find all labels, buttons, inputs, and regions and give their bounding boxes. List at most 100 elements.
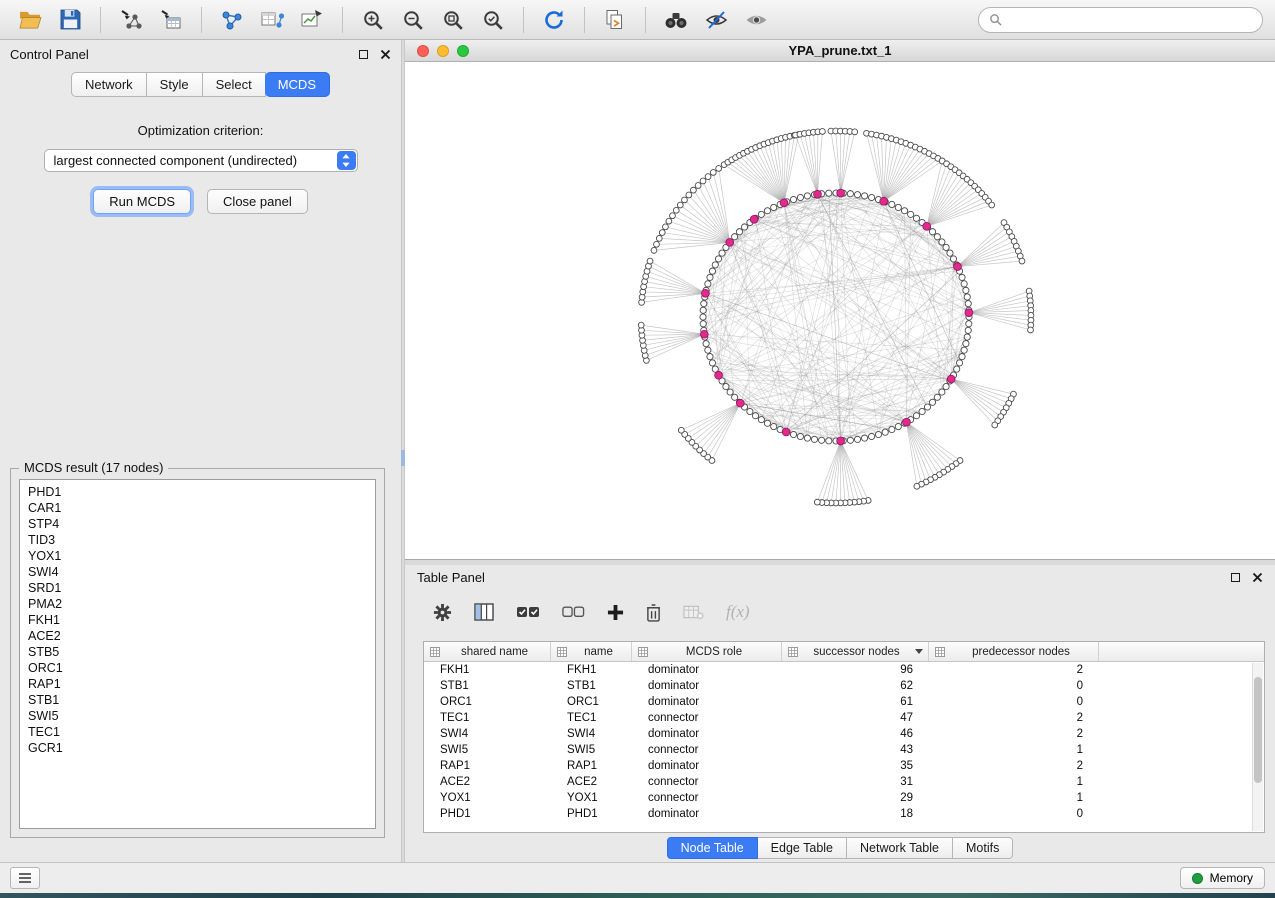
refresh-view-button[interactable] xyxy=(536,4,572,36)
control-panel-header: Control Panel xyxy=(0,40,401,68)
maximize-window-icon[interactable] xyxy=(457,45,469,57)
table-row[interactable]: YOX1YOX1connector291 xyxy=(424,790,1264,806)
mcds-result-item[interactable]: TID3 xyxy=(28,532,375,548)
zoom-fit-button[interactable] xyxy=(435,4,471,36)
chevron-down-icon[interactable] xyxy=(915,649,923,654)
tab-network[interactable]: Network xyxy=(71,72,147,97)
tab-node-table[interactable]: Node Table xyxy=(667,837,758,859)
mcds-result-item[interactable]: STP4 xyxy=(28,516,375,532)
table-cell: 2 xyxy=(929,728,1099,740)
search-box[interactable] xyxy=(978,7,1263,33)
table-cell: ACE2 xyxy=(424,776,551,788)
save-session-button[interactable] xyxy=(52,4,88,36)
table-cell: TEC1 xyxy=(551,712,632,724)
mcds-result-item[interactable]: FKH1 xyxy=(28,612,375,628)
network-titlebar[interactable]: YPA_prune.txt_1 xyxy=(405,40,1275,62)
import-table-button[interactable] xyxy=(153,4,189,36)
table-row[interactable]: SWI5SWI5connector431 xyxy=(424,742,1264,758)
table-cell: dominator xyxy=(632,760,782,772)
import-network-button[interactable] xyxy=(113,4,149,36)
network-canvas[interactable] xyxy=(405,62,1275,560)
mcds-result-item[interactable]: YOX1 xyxy=(28,548,375,564)
tab-mcds[interactable]: MCDS xyxy=(265,72,330,97)
zoom-in-button[interactable] xyxy=(355,4,391,36)
minimize-window-icon[interactable] xyxy=(437,45,449,57)
search-input[interactable] xyxy=(1009,13,1252,27)
mcds-result-item[interactable]: ACE2 xyxy=(28,628,375,644)
table-row[interactable]: SWI4SWI4dominator462 xyxy=(424,726,1264,742)
table-settings-button[interactable] xyxy=(433,603,452,622)
table-row[interactable]: ACE2ACE2connector311 xyxy=(424,774,1264,790)
mcds-buttons-row: Run MCDS Close panel xyxy=(0,189,401,214)
refresh-icon xyxy=(543,9,565,31)
mcds-result-item[interactable]: CAR1 xyxy=(28,500,375,516)
table-row[interactable]: PHD1PHD1dominator180 xyxy=(424,806,1264,822)
mcds-result-list[interactable]: PHD1CAR1STP4TID3YOX1SWI4SRD1PMA2FKH1ACE2… xyxy=(19,479,376,829)
hide-details-button[interactable] xyxy=(698,4,734,36)
mcds-result-item[interactable]: SRD1 xyxy=(28,580,375,596)
add-row-button[interactable] xyxy=(607,604,624,621)
network-chart-button[interactable] xyxy=(294,4,330,36)
open-session-button[interactable] xyxy=(12,4,48,36)
tab-motifs[interactable]: Motifs xyxy=(953,837,1013,859)
select-all-rows-button[interactable] xyxy=(516,606,540,619)
table-cell: RAP1 xyxy=(551,760,632,772)
close-panel-icon[interactable] xyxy=(1252,572,1263,583)
tab-style[interactable]: Style xyxy=(147,72,203,97)
zoom-selected-button[interactable] xyxy=(475,4,511,36)
close-panel-icon[interactable] xyxy=(380,49,391,60)
mcds-result-item[interactable]: TEC1 xyxy=(28,724,375,740)
table-cell: 18 xyxy=(782,808,929,820)
find-network-button[interactable] xyxy=(658,4,694,36)
tab-edge-table[interactable]: Edge Table xyxy=(758,837,847,859)
close-window-icon[interactable] xyxy=(417,45,429,57)
column-header-shared-name[interactable]: shared name xyxy=(424,642,551,661)
optimization-criterion-select[interactable]: largest connected component (undirected) xyxy=(44,149,358,172)
control-panel-title: Control Panel xyxy=(10,47,89,62)
column-selector-button[interactable] xyxy=(474,603,494,621)
zoom-out-button[interactable] xyxy=(395,4,431,36)
deselect-all-rows-button[interactable] xyxy=(562,606,585,618)
column-header-successor-nodes[interactable]: successor nodes xyxy=(782,642,929,661)
tab-select[interactable]: Select xyxy=(203,72,266,97)
table-row[interactable]: ORC1ORC1dominator610 xyxy=(424,694,1264,710)
mcds-result-item[interactable]: PMA2 xyxy=(28,596,375,612)
table-cell: 96 xyxy=(782,664,929,676)
optimization-criterion-label: Optimization criterion: xyxy=(0,123,401,138)
memory-label: Memory xyxy=(1210,871,1253,885)
column-header-mcds-role[interactable]: MCDS role xyxy=(632,642,782,661)
table-cell: connector xyxy=(632,712,782,724)
delete-row-button[interactable] xyxy=(646,603,661,622)
float-window-icon[interactable] xyxy=(1231,573,1240,582)
mcds-result-item[interactable]: SWI5 xyxy=(28,708,375,724)
table-cell: 2 xyxy=(929,760,1099,772)
run-mcds-button[interactable]: Run MCDS xyxy=(93,189,191,214)
mcds-result-item[interactable]: ORC1 xyxy=(28,660,375,676)
mcds-result-item[interactable]: SWI4 xyxy=(28,564,375,580)
new-network-button[interactable] xyxy=(214,4,250,36)
mcds-result-item[interactable]: PHD1 xyxy=(28,484,375,500)
mcds-result-item[interactable]: STB5 xyxy=(28,644,375,660)
show-details-button[interactable] xyxy=(738,4,774,36)
column-header-name[interactable]: name xyxy=(551,642,632,661)
scrollbar-thumb[interactable] xyxy=(1254,677,1262,783)
memory-button[interactable]: Memory xyxy=(1180,867,1265,889)
status-menu-button[interactable] xyxy=(10,867,40,889)
table-scrollbar[interactable] xyxy=(1252,663,1263,831)
network-from-table-button[interactable] xyxy=(254,4,290,36)
toolbar-separator xyxy=(201,7,202,33)
table-row[interactable]: TEC1TEC1connector472 xyxy=(424,710,1264,726)
float-window-icon[interactable] xyxy=(359,50,368,59)
table-row[interactable]: STB1STB1dominator620 xyxy=(424,678,1264,694)
copy-network-button[interactable] xyxy=(597,4,633,36)
column-header-predecessor-nodes[interactable]: predecessor nodes xyxy=(929,642,1099,661)
network-graph[interactable] xyxy=(405,62,1275,560)
close-panel-button[interactable]: Close panel xyxy=(207,189,308,214)
mcds-result-item[interactable]: RAP1 xyxy=(28,676,375,692)
mcds-result-item[interactable]: STB1 xyxy=(28,692,375,708)
table-row[interactable]: FKH1FKH1dominator962 xyxy=(424,662,1264,678)
function-builder-button: f(x) xyxy=(726,602,750,622)
tab-network-table[interactable]: Network Table xyxy=(847,837,953,859)
table-row[interactable]: RAP1RAP1dominator352 xyxy=(424,758,1264,774)
mcds-result-item[interactable]: GCR1 xyxy=(28,740,375,756)
